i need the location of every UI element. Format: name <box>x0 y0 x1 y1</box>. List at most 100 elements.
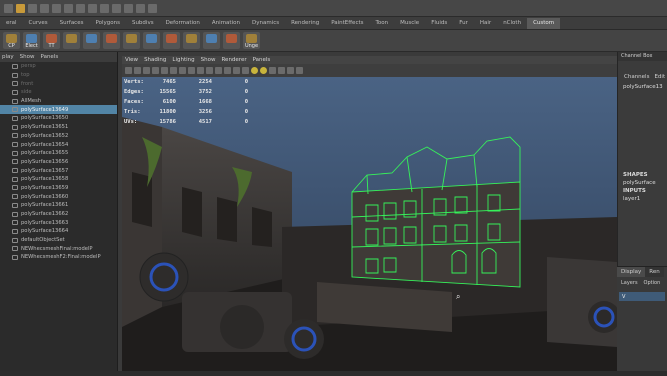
outliner-row[interactable]: polySurface13661 <box>0 201 117 210</box>
shelf-button[interactable] <box>203 32 220 49</box>
film-gate-icon[interactable] <box>170 67 177 74</box>
outliner-row[interactable]: polySurface13663 <box>0 218 117 227</box>
perspective-viewport[interactable]: Verts: 7465 2254 0 Edges: 15565 3752 0 Faces: 610… <box>122 77 617 371</box>
image-plane-icon[interactable] <box>152 67 159 74</box>
outliner-row[interactable]: polySurface13659 <box>0 184 117 193</box>
outliner-row[interactable]: persp <box>0 62 117 71</box>
wireframe-icon[interactable] <box>215 67 222 74</box>
viewport-menu-show[interactable]: Show <box>201 56 216 64</box>
history-icon[interactable] <box>112 3 121 13</box>
shelf-button[interactable]: Unge <box>243 32 260 49</box>
render-icon[interactable] <box>124 3 133 13</box>
outliner-row[interactable]: polySurface13664 <box>0 227 117 236</box>
shelf-button[interactable] <box>163 32 180 49</box>
outliner-row[interactable]: polySurface13660 <box>0 192 117 201</box>
shelf-button[interactable]: TT <box>43 32 60 49</box>
outliner-row[interactable]: AllMesh <box>0 97 117 106</box>
layer-visibility-toggle[interactable]: V <box>622 294 625 300</box>
outliner-row[interactable]: polySurface13662 <box>0 210 117 219</box>
viewport-menu-renderer[interactable]: Renderer <box>221 56 246 64</box>
viewport-menu-shading[interactable]: Shading <box>144 56 166 64</box>
snap-curve-icon[interactable] <box>88 3 97 13</box>
textured-icon[interactable] <box>242 67 249 74</box>
paint-select-icon[interactable] <box>64 3 73 13</box>
bookmark-icon[interactable] <box>143 67 150 74</box>
tab-channels[interactable]: Channels <box>624 74 649 80</box>
shelf-tab-dynamics[interactable]: Dynamics <box>246 18 285 29</box>
field-chart-icon[interactable] <box>197 67 204 74</box>
select-tool-icon[interactable] <box>40 3 49 13</box>
smooth-shade-icon[interactable] <box>224 67 231 74</box>
camera-icon[interactable] <box>125 67 132 74</box>
viewport-menu-panels[interactable]: Panels <box>253 56 271 64</box>
snap-point-icon[interactable] <box>100 3 109 13</box>
shelf-tab-surfaces[interactable]: Surfaces <box>54 18 90 29</box>
shelf-tab-deformation[interactable]: Deformation <box>160 18 206 29</box>
input-node-name[interactable]: layer1 <box>618 195 667 203</box>
wireframe-on-shaded-icon[interactable] <box>233 67 240 74</box>
outliner-row[interactable]: NEWhecsmeshF2:Final:modelP <box>0 253 117 262</box>
shelf-tab-curves[interactable]: Curves <box>23 18 54 29</box>
selected-object-name[interactable]: polySurface13 <box>618 83 667 91</box>
shelf-button[interactable] <box>103 32 120 49</box>
shelf-tab-painteffects[interactable]: PaintEffects <box>325 18 369 29</box>
outliner-row[interactable]: polySurface13654 <box>0 140 117 149</box>
shelf-button[interactable]: Elect <box>23 32 40 49</box>
shelf-tab-ncloth[interactable]: nCloth <box>497 18 527 29</box>
shape-node-name[interactable]: polySurface <box>618 179 667 187</box>
shelf-tab-eral[interactable]: eral <box>0 18 23 29</box>
shelf-tab-animation[interactable]: Animation <box>206 18 246 29</box>
shadows-icon[interactable] <box>269 67 276 74</box>
camera-attributes-icon[interactable] <box>134 67 141 74</box>
xray-icon[interactable] <box>287 67 294 74</box>
shelf-tab-rendering[interactable]: Rendering <box>285 18 325 29</box>
outliner-row[interactable]: polySurface13657 <box>0 166 117 175</box>
tab-edit[interactable]: Edit <box>654 74 665 80</box>
shelf-button[interactable] <box>143 32 160 49</box>
ipr-render-icon[interactable] <box>136 3 145 13</box>
grid-icon[interactable] <box>161 67 168 74</box>
shelf-tab-fluids[interactable]: Fluids <box>425 18 453 29</box>
outliner-row[interactable]: polySurface13652 <box>0 132 117 141</box>
save-icon[interactable] <box>28 3 37 13</box>
open-folder-icon[interactable] <box>16 3 25 13</box>
shelf-button[interactable]: CP <box>3 32 20 49</box>
outliner-row[interactable]: front <box>0 79 117 88</box>
default-light-icon[interactable] <box>251 67 258 74</box>
tab-render[interactable]: Ren <box>645 267 664 277</box>
shelf-tab-toon[interactable]: Toon <box>370 18 395 29</box>
menu-layers[interactable]: Layers <box>621 280 638 286</box>
safe-action-icon[interactable] <box>206 67 213 74</box>
outliner-menu-item[interactable]: play <box>2 52 14 62</box>
viewport-menu-lighting[interactable]: Lighting <box>172 56 194 64</box>
outliner-row[interactable]: polySurface13651 <box>0 123 117 132</box>
isolate-select-icon[interactable] <box>278 67 285 74</box>
shelf-button[interactable] <box>223 32 240 49</box>
outliner-menu-item[interactable]: Panels <box>41 52 59 62</box>
render-settings-icon[interactable] <box>148 3 157 13</box>
outliner-row[interactable]: polySurface13650 <box>0 114 117 123</box>
shelf-tab-custom[interactable]: Custom <box>527 17 561 29</box>
resolution-gate-icon[interactable] <box>179 67 186 74</box>
outliner-row[interactable]: polySurface13656 <box>0 158 117 167</box>
shelf-tab-subdivs[interactable]: Subdivs <box>126 18 160 29</box>
shelf-tab-hair[interactable]: Hair <box>474 18 497 29</box>
xray-joints-icon[interactable] <box>296 67 303 74</box>
shelf-tab-muscle[interactable]: Muscle <box>394 18 425 29</box>
outliner-row[interactable]: defaultObjectSet <box>0 236 117 245</box>
menu-options[interactable]: Option <box>644 280 661 286</box>
layer-row[interactable]: V <box>619 292 665 301</box>
shelf-tab-polygons[interactable]: Polygons <box>89 18 125 29</box>
all-lights-icon[interactable] <box>260 67 267 74</box>
shelf-button[interactable] <box>123 32 140 49</box>
outliner-row[interactable]: side <box>0 88 117 97</box>
shelf-button[interactable] <box>183 32 200 49</box>
tab-display[interactable]: Display <box>617 267 646 277</box>
shelf-button[interactable] <box>63 32 80 49</box>
outliner-menu-item[interactable]: Show <box>20 52 35 62</box>
shelf-button[interactable] <box>83 32 100 49</box>
snap-grid-icon[interactable] <box>76 3 85 13</box>
outliner-row[interactable]: polySurface13658 <box>0 175 117 184</box>
new-scene-icon[interactable] <box>4 3 13 13</box>
outliner-row[interactable]: polySurface13649 <box>0 105 117 115</box>
